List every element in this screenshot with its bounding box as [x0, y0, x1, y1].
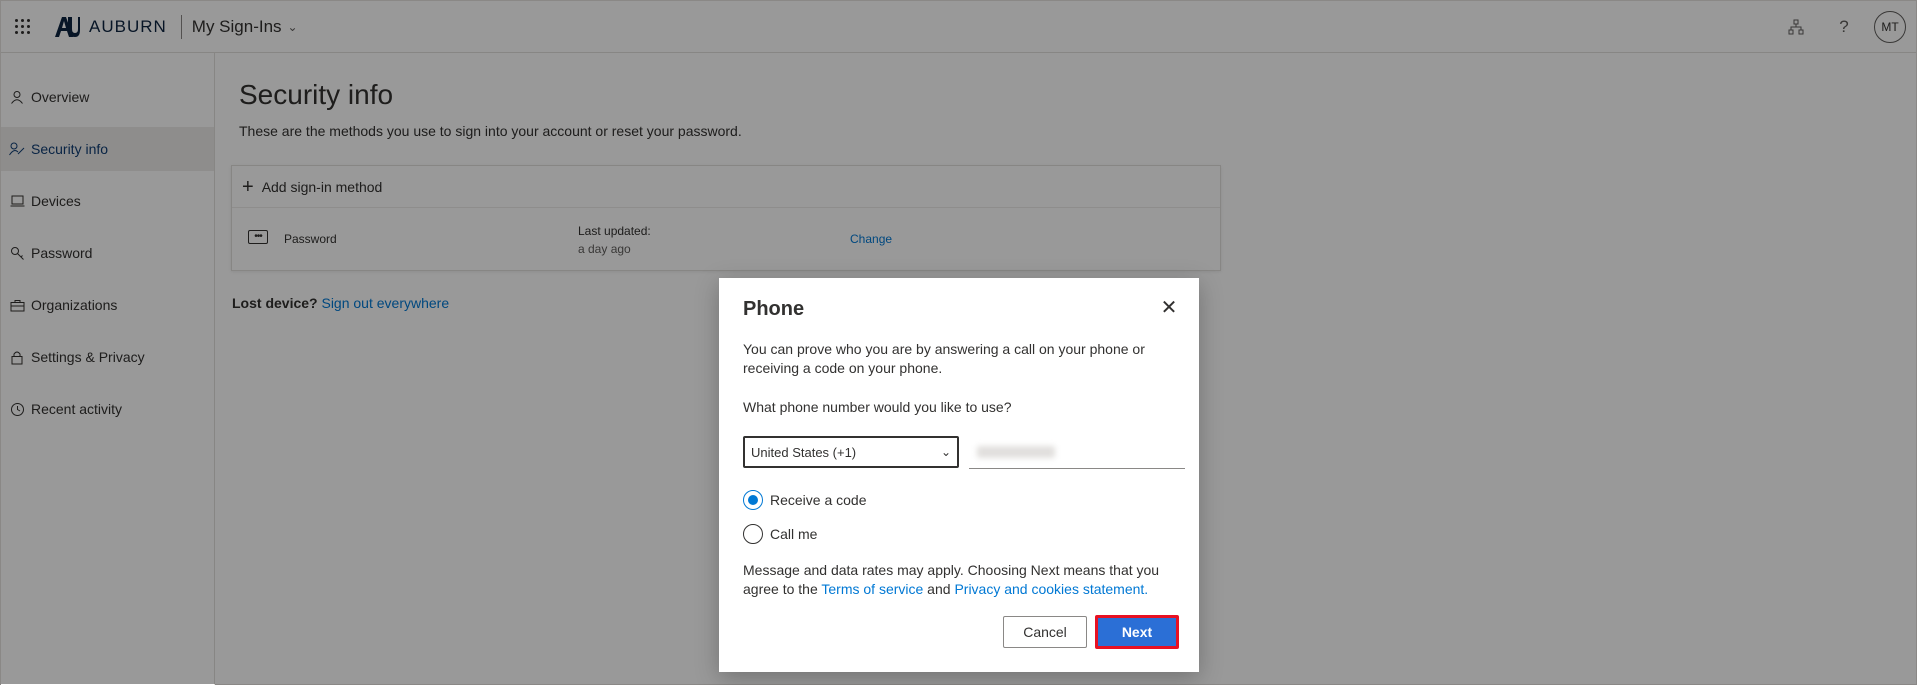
receive-code-label: Receive a code: [770, 492, 867, 508]
next-button[interactable]: Next: [1095, 615, 1179, 649]
phone-number-input[interactable]: [969, 436, 1185, 469]
redacted-phone-number: [977, 446, 1055, 458]
country-code-select[interactable]: United States (+1) ⌄: [743, 436, 959, 468]
dialog-title: Phone: [743, 298, 805, 320]
close-icon[interactable]: ✕: [1159, 298, 1179, 318]
dialog-description: You can prove who you are by answering a…: [743, 341, 1145, 376]
note-and-text: and: [923, 581, 955, 597]
privacy-statement-link[interactable]: Privacy and cookies statement.: [954, 581, 1148, 597]
dialog-legal-note: Message and data rates may apply. Choosi…: [743, 561, 1183, 599]
phone-question: What phone number would you like to use?: [743, 399, 1012, 415]
cancel-button[interactable]: Cancel: [1003, 616, 1087, 648]
call-me-label: Call me: [770, 526, 818, 542]
call-me-option[interactable]: Call me: [743, 524, 817, 544]
receive-code-radio[interactable]: [743, 490, 763, 510]
chevron-down-icon: ⌄: [940, 445, 951, 459]
receive-code-option[interactable]: Receive a code: [743, 490, 867, 510]
terms-of-service-link[interactable]: Terms of service: [821, 581, 923, 597]
phone-dialog: Phone ✕ You can prove who you are by ans…: [719, 278, 1199, 672]
call-me-radio[interactable]: [743, 524, 763, 544]
country-selected-value: United States (+1): [751, 444, 857, 460]
